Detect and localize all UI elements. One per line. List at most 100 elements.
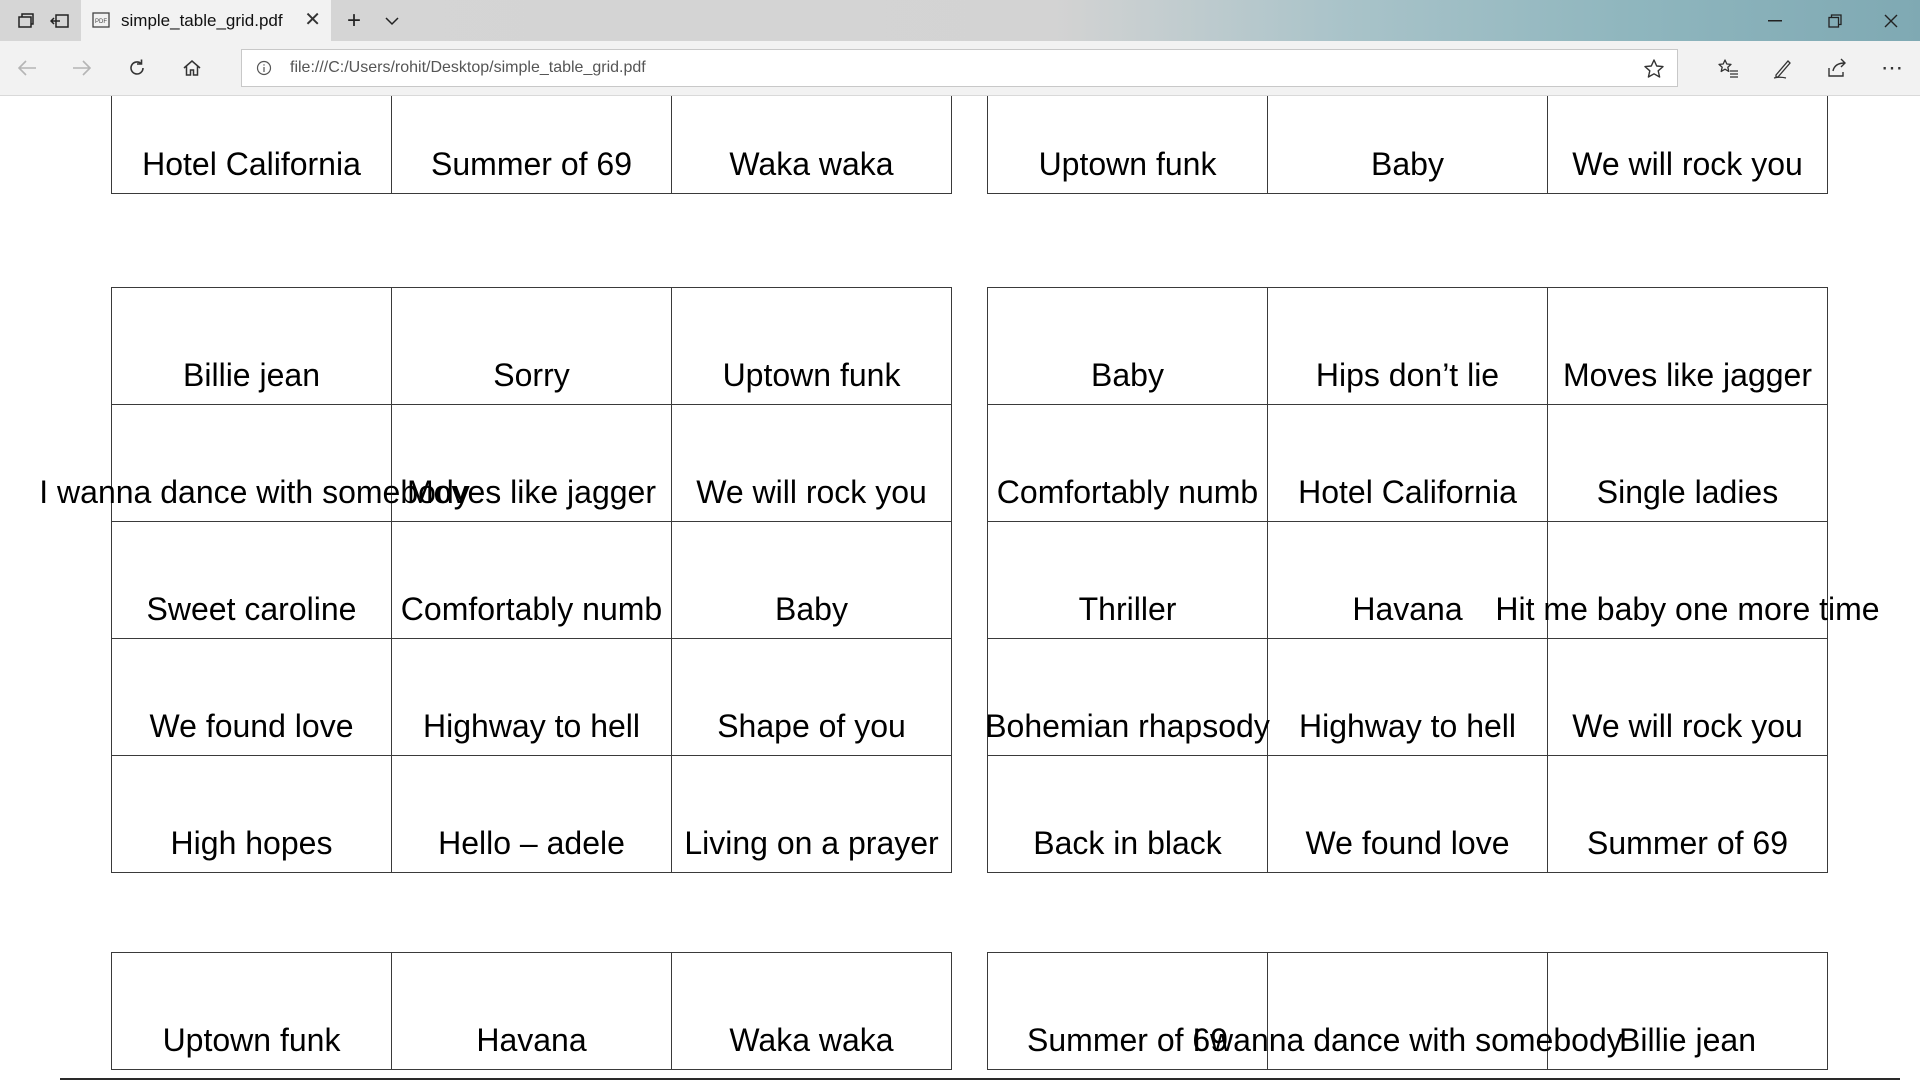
table-cell: Single ladies [1547, 404, 1828, 522]
cell-text: Single ladies [1596, 474, 1779, 510]
cell-text: Comfortably numb [400, 591, 663, 627]
address-toolbar: file:///C:/Users/rohit/Desktop/simple_ta… [0, 41, 1920, 96]
table-row: High hopes Hello – adele Living on a pra… [111, 755, 952, 873]
cell-text: Hotel California [1298, 474, 1517, 510]
cell-text: Waka waka [729, 146, 894, 182]
pdf-icon: PDF [92, 12, 110, 28]
table-cell: We will rock you [1547, 96, 1828, 194]
home-icon[interactable] [170, 41, 214, 95]
cell-text: Shape of you [717, 708, 906, 744]
table-cell: Hello – adele [391, 755, 672, 873]
table-row: Back in black We found love Summer of 69 [987, 755, 1828, 873]
cell-text: Moves like jagger [407, 474, 656, 510]
table-cell: Moves like jagger [1547, 287, 1828, 405]
table-cell: Comfortably numb [391, 521, 672, 639]
cell-text: We will rock you [1572, 708, 1803, 744]
table-cell: Summer of 69 [391, 96, 672, 194]
forward-arrow-icon[interactable] [60, 41, 104, 95]
table-cell: I wanna dance with somebody [1192, 952, 1623, 1070]
table-cell: We found love [111, 638, 392, 756]
song-table-bottom-left: Uptown funk Havana Waka waka [111, 952, 952, 1070]
table-cell: We found love [1267, 755, 1548, 873]
cell-text: Highway to hell [1299, 708, 1516, 744]
table-cell: Summer of 69 [1547, 755, 1828, 873]
song-table-top-right: Uptown funk Baby We will rock you [987, 96, 1828, 194]
cell-text: Sweet caroline [146, 591, 357, 627]
table-cell: Billie jean [1547, 952, 1828, 1070]
favorites-list-icon[interactable] [1704, 41, 1752, 95]
cell-text: Moves like jagger [1563, 357, 1812, 393]
table-row: Baby Hips don’t lie Moves like jagger [987, 287, 1828, 405]
table-cell: Waka waka [671, 96, 952, 194]
cell-text: High hopes [170, 825, 333, 861]
cell-text: We found love [149, 708, 354, 744]
table-cell: Highway to hell [1267, 638, 1548, 756]
table-cell: Back in black [987, 755, 1268, 873]
table-cell: Hotel California [1267, 404, 1548, 522]
cell-text: Living on a prayer [684, 825, 939, 861]
address-bar[interactable]: file:///C:/Users/rohit/Desktop/simple_ta… [241, 49, 1678, 87]
star-icon[interactable] [1643, 58, 1665, 80]
table-cell: Moves like jagger [391, 404, 672, 522]
cell-text: Baby [1371, 146, 1444, 182]
set-aside-tabs-icon[interactable] [40, 0, 80, 41]
title-bar: PDF simple_table_grid.pdf ✕ + [0, 0, 1920, 41]
table-cell: Thriller [987, 521, 1268, 639]
cell-text: Summer of 69 [431, 146, 632, 182]
pen-icon[interactable] [1759, 41, 1807, 95]
table-cell: Hips don’t lie [1267, 287, 1548, 405]
table-cell: Hotel California [111, 96, 392, 194]
table-cell: High hopes [111, 755, 392, 873]
cell-text: Back in black [1033, 825, 1222, 861]
cell-text: Hit me baby one more time [1495, 591, 1880, 627]
tab-pdf[interactable]: PDF simple_table_grid.pdf ✕ [81, 0, 331, 41]
tab-title: simple_table_grid.pdf [121, 11, 283, 30]
cell-text: Hello – adele [438, 825, 625, 861]
refresh-icon[interactable] [115, 41, 159, 95]
cell-text: Havana [476, 1022, 587, 1058]
table-cell: We will rock you [671, 404, 952, 522]
table-cell: Hit me baby one more time [1495, 521, 1880, 639]
url-text[interactable]: file:///C:/Users/rohit/Desktop/simple_ta… [290, 50, 646, 86]
cell-text: Hotel California [142, 146, 361, 182]
pdf-viewer[interactable]: Hotel California Summer of 69 Waka waka … [0, 96, 1920, 1080]
table-row: Uptown funk Baby We will rock you [987, 96, 1828, 194]
cell-text: Uptown funk [162, 1022, 341, 1058]
table-row: Summer of 69 I wanna dance with somebody… [987, 952, 1828, 1070]
close-window-icon[interactable] [1868, 0, 1914, 41]
cell-text: Summer of 69 [1587, 825, 1788, 861]
cell-text: Baby [775, 591, 848, 627]
cell-text: Hips don’t lie [1315, 357, 1500, 393]
more-icon[interactable]: ⋯ [1868, 41, 1916, 95]
table-row: Billie jean Sorry Uptown funk [111, 287, 952, 405]
table-row: I wanna dance with somebody Moves like j… [39, 404, 952, 522]
table-cell: I wanna dance with somebody [39, 404, 470, 522]
cell-text: We found love [1305, 825, 1510, 861]
cell-text: Billie jean [1619, 1022, 1756, 1058]
restore-icon[interactable] [1812, 0, 1858, 41]
table-cell: Sorry [391, 287, 672, 405]
cell-text: Baby [1091, 357, 1164, 393]
song-table-middle-left: Billie jean Sorry Uptown funk I wanna da… [39, 287, 952, 873]
cell-text: Uptown funk [722, 357, 901, 393]
table-cell: Baby [671, 521, 952, 639]
table-row: Bohemian rhapsody Highway to hell We wil… [985, 638, 1828, 756]
table-cell: Sweet caroline [111, 521, 392, 639]
table-row: Uptown funk Havana Waka waka [111, 952, 952, 1070]
back-arrow-icon[interactable] [5, 41, 49, 95]
cell-text: Havana [1352, 591, 1463, 627]
minimize-icon[interactable] [1752, 0, 1798, 41]
table-cell: Uptown funk [987, 96, 1268, 194]
table-cell: Uptown funk [111, 952, 392, 1070]
table-row: We found love Highway to hell Shape of y… [111, 638, 952, 756]
cell-text: Waka waka [729, 1022, 894, 1058]
cell-text: Comfortably numb [996, 474, 1259, 510]
close-tab-icon[interactable]: ✕ [304, 0, 321, 41]
cell-text: We will rock you [696, 474, 927, 510]
share-icon[interactable] [1813, 41, 1861, 95]
plus-icon[interactable]: + [334, 0, 374, 41]
info-icon[interactable] [256, 60, 272, 76]
table-cell: Baby [1267, 96, 1548, 194]
cell-text: Thriller [1078, 591, 1177, 627]
chevron-down-icon[interactable] [372, 0, 412, 41]
